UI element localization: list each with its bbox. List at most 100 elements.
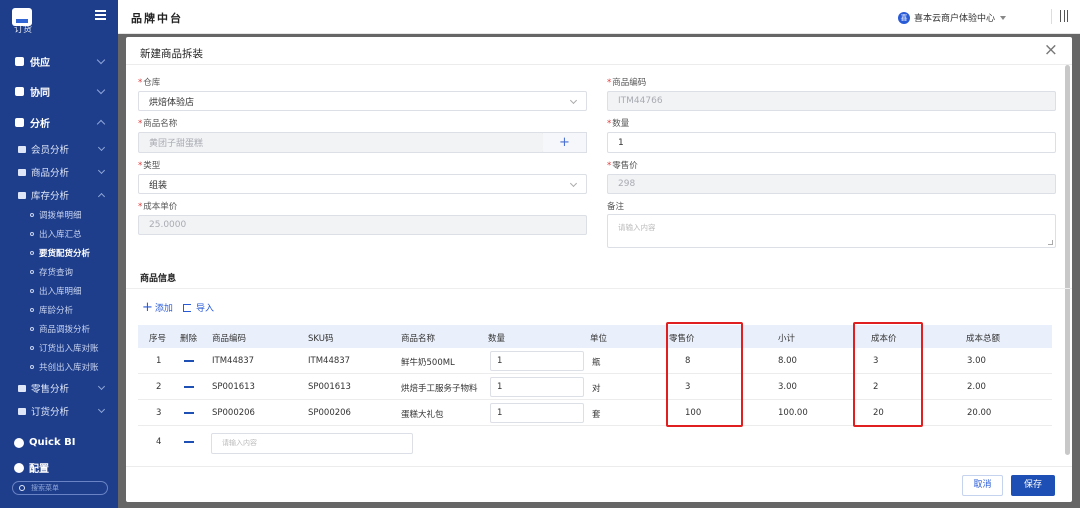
bullet-icon	[30, 231, 34, 236]
folder-icon	[18, 384, 26, 392]
chevron-down-icon	[97, 166, 106, 175]
sidebar-leaf[interactable]: 共创出入库对账	[0, 357, 118, 376]
retail-price-label: *零售价	[607, 161, 638, 171]
close-icon[interactable]: ×	[1044, 41, 1058, 59]
tenant-switcher[interactable]: 喜 喜本云商户体验中心	[897, 11, 1006, 24]
sidebar-leaf[interactable]: 库龄分析	[0, 300, 118, 319]
column-header: 删除	[180, 334, 198, 344]
unit-cost-field: 25.0000	[138, 215, 587, 235]
sidebar-group-retail[interactable]: 零售分析	[0, 377, 118, 399]
divider	[126, 288, 1072, 289]
layers-icon	[15, 56, 24, 66]
bullet-icon	[30, 326, 34, 331]
resize-handle-icon[interactable]	[1048, 240, 1053, 245]
bullet-icon	[30, 269, 34, 274]
top-bar: 品牌中台 喜 喜本云商户体验中心	[118, 0, 1080, 34]
sidebar-item-analysis[interactable]: 分析	[0, 107, 118, 137]
sidebar-item-collab[interactable]: 协同	[0, 76, 118, 106]
chevron-down-icon	[96, 85, 106, 95]
folder-icon	[18, 168, 26, 176]
quantity-input[interactable]: 1	[490, 377, 584, 397]
bullet-icon	[30, 212, 34, 217]
sidebar-leaf[interactable]: 出入库明细	[0, 281, 118, 300]
section-title: 商品信息	[140, 274, 177, 284]
column-header: 商品名称	[401, 334, 436, 344]
warehouse-label: *仓库	[138, 78, 161, 88]
dialog-header: 新建商品拆装 ×	[126, 37, 1072, 65]
quantity-label: *数量	[607, 119, 630, 129]
sidebar-leaf[interactable]: 出入库汇总	[0, 224, 118, 243]
chevron-down-icon	[569, 179, 578, 188]
plus-icon: +	[142, 299, 153, 315]
sidebar-item-quickbi[interactable]: Quick BI	[14, 437, 75, 448]
import-icon	[183, 303, 191, 312]
chevron-down-icon	[97, 382, 106, 391]
type-select[interactable]: 组装	[138, 174, 587, 194]
column-header: 序号	[149, 334, 167, 344]
select-product-button[interactable]: +	[543, 132, 587, 153]
highlight-retail-price	[666, 322, 743, 427]
quantity-input[interactable]: 1	[490, 403, 584, 423]
folder-icon	[18, 407, 26, 415]
retail-price-field: 298	[607, 174, 1056, 194]
columns-icon[interactable]	[1060, 10, 1068, 22]
share-icon	[15, 86, 24, 96]
warehouse-select[interactable]: 烘焙体验店	[138, 91, 587, 111]
sidebar-leaf[interactable]: 存货查询	[0, 262, 118, 281]
chart-icon	[15, 117, 24, 127]
tenant-avatar: 喜	[897, 11, 910, 24]
column-header: 小计	[778, 334, 796, 344]
type-label: *类型	[138, 161, 161, 171]
sidebar: 订货 供应 协同 分析 会员分析 商品分析 库存分析 调拨单明细 出入库汇总 要…	[0, 0, 118, 508]
sidebar-group-product[interactable]: 商品分析	[0, 161, 118, 183]
remark-textarea[interactable]: 请输入内容	[607, 214, 1056, 248]
sidebar-group-order[interactable]: 订货分析	[0, 400, 118, 422]
menu-toggle-icon[interactable]	[95, 10, 106, 20]
product-name-field: 黄团子甜蛋糕	[138, 132, 544, 153]
sidebar-leaf[interactable]: 调拨单明细	[0, 205, 118, 224]
quantity-input[interactable]: 1	[490, 351, 584, 371]
divider	[1051, 9, 1052, 24]
sidebar-item-partial[interactable]: 订货	[14, 26, 32, 34]
save-button[interactable]: 保存	[1011, 475, 1055, 496]
sidebar-group-inventory[interactable]: 库存分析	[0, 184, 118, 206]
sidebar-leaf[interactable]: 商品调拨分析	[0, 319, 118, 338]
bullet-icon	[30, 307, 34, 312]
column-header: 单位	[590, 334, 608, 344]
quickbi-icon	[14, 437, 24, 448]
menu-search-input[interactable]: 搜索菜单	[12, 481, 108, 495]
cancel-button[interactable]: 取消	[962, 475, 1003, 496]
highlight-cost-price	[853, 322, 923, 427]
product-code-label: *商品编码	[607, 78, 647, 88]
column-header: 数量	[488, 334, 506, 344]
product-name-label: *商品名称	[138, 119, 178, 129]
add-row-button[interactable]: + 添加	[142, 299, 173, 315]
bullet-icon	[30, 364, 34, 369]
create-assembly-dialog: 新建商品拆装 × *仓库 烘焙体验店 *商品名称 黄团子甜蛋糕 + *类型 组装…	[126, 37, 1072, 502]
sidebar-group-member[interactable]: 会员分析	[0, 138, 118, 160]
quantity-input[interactable]: 1	[607, 132, 1056, 153]
delete-row-icon[interactable]	[184, 441, 194, 443]
bullet-icon	[30, 250, 34, 255]
sidebar-header: 订货	[0, 0, 118, 34]
delete-row-icon[interactable]	[184, 386, 194, 388]
sidebar-item-config[interactable]: 配置	[14, 460, 49, 475]
scrollbar[interactable]	[1065, 65, 1070, 455]
delete-row-icon[interactable]	[184, 360, 194, 362]
column-header: 成本总额	[966, 334, 1001, 344]
remark-label: 备注	[607, 202, 625, 212]
chevron-down-icon	[96, 55, 106, 65]
app-title: 品牌中台	[131, 12, 183, 25]
bullet-icon	[30, 345, 34, 350]
import-button[interactable]: 导入	[183, 301, 214, 314]
product-search-input[interactable]: 请输入内容	[211, 433, 413, 454]
sidebar-item-supply[interactable]: 供应	[0, 46, 118, 76]
caret-down-icon	[1000, 15, 1006, 20]
chevron-down-icon	[97, 405, 106, 414]
delete-row-icon[interactable]	[184, 412, 194, 414]
column-header: 商品编码	[212, 334, 247, 344]
chevron-up-icon	[96, 119, 106, 129]
sidebar-leaf[interactable]: 订货出入库对账	[0, 338, 118, 357]
folder-icon	[18, 145, 26, 153]
sidebar-leaf-active[interactable]: 要货配货分析	[0, 243, 118, 262]
